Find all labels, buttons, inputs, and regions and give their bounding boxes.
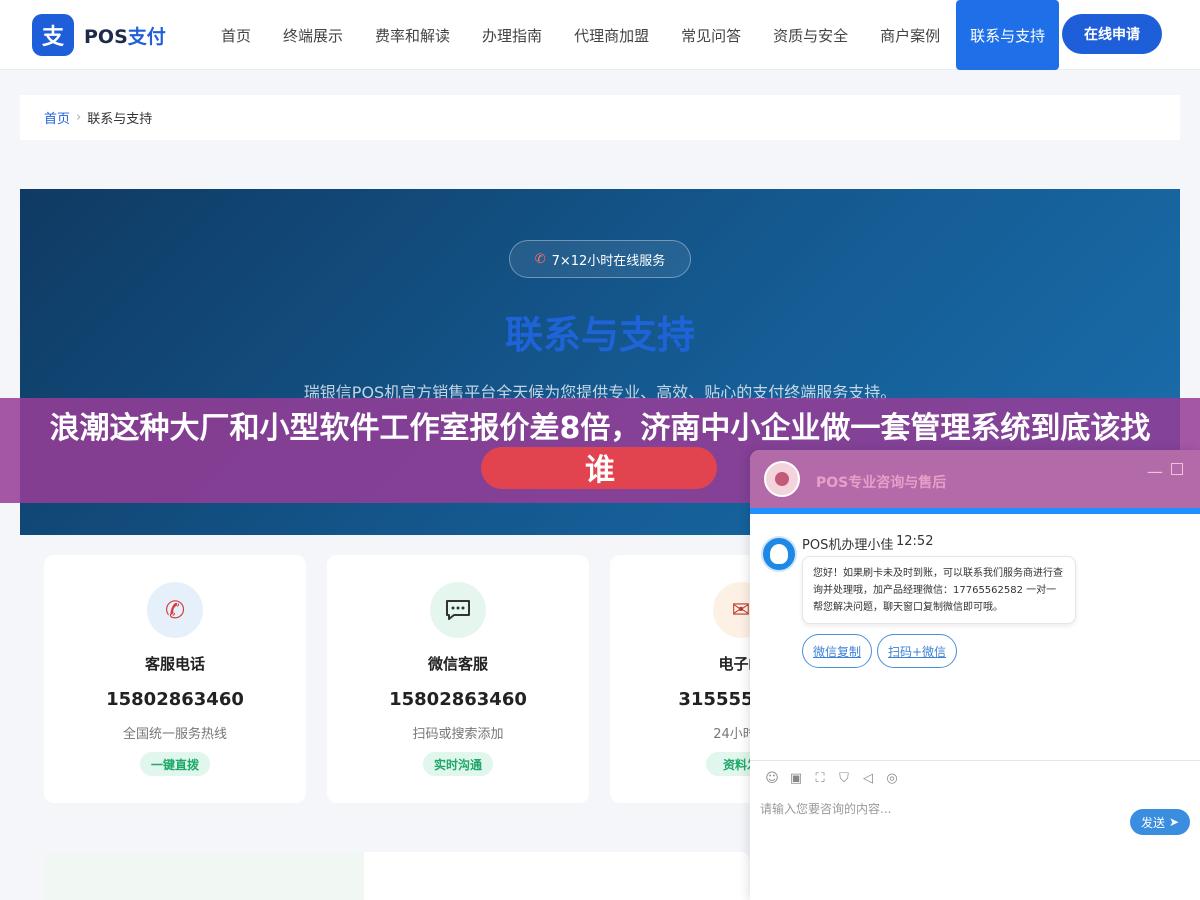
chat-title: POS专业咨询与售后 — [816, 475, 947, 491]
contact-card-phone: ✆ 客服电话 15802863460 全国统一服务热线 一键直拨 — [44, 555, 306, 803]
chat-widget: POS专业咨询与售后 — POS机办理小佳 12:52 您好！如果刷卡未及时到账… — [750, 450, 1200, 900]
nav-terminals[interactable]: 终端展示 — [267, 0, 359, 70]
logo[interactable]: 支 POS支付 — [32, 14, 166, 56]
scan-wechat-button[interactable]: 扫码+微信 — [877, 634, 957, 668]
send-label: 发送 — [1140, 815, 1165, 830]
nav-guide[interactable]: 办理指南 — [466, 0, 558, 70]
minimize-icon[interactable]: — — [1147, 462, 1163, 481]
screenshot-icon[interactable]: ⛶ — [808, 771, 832, 786]
chat-icon — [430, 582, 486, 638]
nav-agent[interactable]: 代理商加盟 — [558, 0, 665, 70]
copy-wechat-button[interactable]: 微信复制 — [802, 634, 872, 668]
card-value: 15802863460 — [106, 689, 244, 710]
shield-icon[interactable]: ⛉ — [832, 771, 856, 786]
next-section — [44, 852, 750, 900]
send-arrow-icon: ➤ — [1168, 815, 1180, 829]
logo-text-main: POS — [84, 25, 128, 48]
card-desc: 扫码或搜索添加 — [412, 727, 504, 742]
agent-name: POS机办理小佳 — [802, 538, 894, 553]
card-value: 15802863460 — [389, 689, 527, 710]
phone-icon: ✆ — [147, 582, 203, 638]
chat-bubble-icon — [446, 600, 470, 620]
apply-online-button[interactable]: 在线申请 — [1062, 14, 1162, 54]
nav-home[interactable]: 首页 — [205, 0, 267, 70]
site-header: 支 POS支付 首页 终端展示 费率和解读 办理指南 代理商加盟 常见问答 资质… — [0, 0, 1200, 70]
nav-faq[interactable]: 常见问答 — [665, 0, 757, 70]
card-action-button[interactable]: 一键直拨 — [140, 752, 210, 776]
breadcrumb-separator: › — [76, 110, 82, 125]
breadcrumb-current: 联系与支持 — [87, 112, 153, 127]
card-action-button[interactable]: 实时沟通 — [423, 752, 493, 776]
agent-avatar — [761, 536, 797, 572]
maximize-icon[interactable] — [1171, 463, 1183, 475]
card-title: 微信客服 — [427, 655, 488, 673]
card-title: 客服电话 — [144, 655, 205, 673]
breadcrumb-home-link[interactable]: 首页 — [44, 108, 70, 127]
chat-header: POS专业咨询与售后 — — [750, 450, 1200, 508]
phone-icon: ✆ — [534, 251, 546, 267]
support-avatar — [764, 461, 800, 497]
chat-toolbar: ☺ ▣ ⛶ ⛉ ◁ ◎ — [750, 760, 1200, 796]
logo-mark-icon: 支 — [32, 14, 74, 56]
image-icon[interactable]: ▣ — [784, 771, 808, 786]
sound-icon[interactable]: ◁ — [856, 771, 880, 786]
chat-message-input[interactable]: 请输入您要咨询的内容... — [760, 800, 891, 817]
service-hours-text: 7×12小时在线服务 — [551, 253, 666, 269]
nav-security[interactable]: 资质与安全 — [757, 0, 864, 70]
emoji-icon[interactable]: ☺ — [760, 771, 784, 786]
nav-rates[interactable]: 费率和解读 — [359, 0, 466, 70]
chat-message-bubble: 您好！如果刷卡未及时到账，可以联系我们服务商进行查询并处理哦，加产品经理微信：1… — [802, 556, 1076, 624]
logo-text-accent: 支付 — [127, 25, 166, 48]
chat-header-strip — [750, 508, 1200, 514]
breadcrumb: 首页 › 联系与支持 — [20, 95, 1180, 140]
next-section-panel — [44, 852, 364, 900]
send-button[interactable]: 发送 ➤ — [1130, 809, 1190, 835]
main-nav: 首页 终端展示 费率和解读 办理指南 代理商加盟 常见问答 资质与安全 商户案例… — [205, 0, 1060, 70]
logo-text: POS支付 — [84, 22, 166, 49]
wechat-icon[interactable]: ◎ — [880, 771, 904, 786]
service-hours-pill: ✆ 7×12小时在线服务 — [509, 240, 691, 278]
nav-contact[interactable]: 联系与支持 — [956, 0, 1060, 70]
nav-cases[interactable]: 商户案例 — [864, 0, 956, 70]
card-desc: 全国统一服务热线 — [122, 727, 227, 742]
contact-card-wechat: 微信客服 15802863460 扫码或搜索添加 实时沟通 — [327, 555, 589, 803]
hero-title: 联系与支持 — [504, 313, 695, 357]
message-time: 12:52 — [896, 534, 934, 549]
